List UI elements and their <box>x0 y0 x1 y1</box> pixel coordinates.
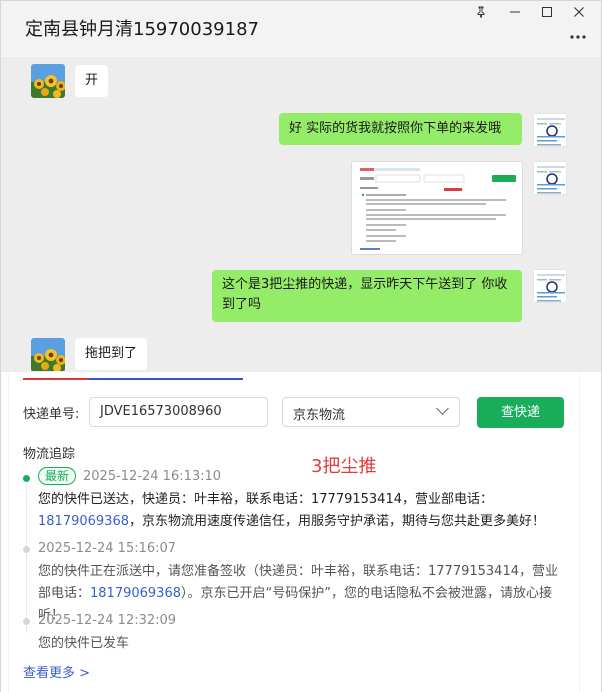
contact-avatar[interactable] <box>31 64 65 98</box>
carrier-select-value: 京东物流 <box>293 408 346 423</box>
tracking-number-label: 快递单号: <box>23 407 80 422</box>
message-list[interactable]: 开 好 实际的货我就按照你下单的来发哦 这个是3把尘推的快递，显示昨天下午送到了… <box>1 59 601 371</box>
event-timestamp: 2025-12-24 15:16:07 <box>38 541 177 556</box>
message-bubble-outgoing[interactable]: 好 实际的货我就按照你下单的来发哦 <box>279 113 522 145</box>
chat-title: 定南县钟月清15970039187 <box>25 19 259 40</box>
maximize-icon[interactable] <box>532 3 562 21</box>
event-description: 您的快件已送达，快递员：叶丰裕，联系电话：17779153414，营业部电话： 1… <box>38 489 558 533</box>
title-bar: 定南县钟月清15970039187 <box>1 1 601 59</box>
close-icon[interactable] <box>564 3 594 21</box>
latest-badge: 最新 <box>38 467 77 485</box>
view-more-link[interactable]: 查看更多 > <box>23 662 90 681</box>
annotation-text: 3把尘推 <box>311 456 377 477</box>
message-bubble-incoming[interactable]: 开 <box>75 65 109 97</box>
event-description: 您的快件已发车 <box>38 633 558 655</box>
tracking-screenshot: 快递单号: JDVE16573008960 京东物流 查快递 物流追踪 3把尘推… <box>1 372 601 692</box>
timeline-dot <box>23 546 30 553</box>
tracking-number-input[interactable]: JDVE16573008960 <box>89 397 268 427</box>
event-text: 您的快件已发车 <box>38 636 130 651</box>
my-avatar[interactable] <box>533 161 567 195</box>
query-button[interactable]: 查快递 <box>477 397 564 428</box>
contact-avatar[interactable] <box>31 338 65 371</box>
event-text: 您的快件已送达，快递员：叶丰裕，联系电话：17779153414，营业部电话： <box>38 492 493 507</box>
timeline-dot-latest <box>23 475 30 482</box>
message-bubble-outgoing[interactable]: 这个是3把尘推的快递，显示昨天下午送到了 你收到了吗 <box>212 270 522 322</box>
timeline-line <box>26 483 27 633</box>
divider <box>23 378 243 380</box>
my-avatar[interactable] <box>533 269 567 303</box>
carrier-select[interactable]: 京东物流 <box>282 397 460 427</box>
phone-link[interactable]: 18179069368 <box>90 586 181 601</box>
message-bubble-incoming[interactable]: 拖把到了 <box>75 338 148 370</box>
screenshot-image-message[interactable] <box>351 161 523 255</box>
more-icon[interactable] <box>567 25 589 43</box>
minimize-icon[interactable] <box>500 3 530 21</box>
pin-icon[interactable] <box>466 3 496 21</box>
chat-window: 定南县钟月清15970039187 开 好 实际的货我就按照你下单的来发哦 这个… <box>0 0 602 692</box>
phone-link[interactable]: 18179069368 <box>38 514 129 529</box>
timeline-dot <box>23 618 30 625</box>
chevron-down-icon <box>436 402 449 415</box>
event-text: ，京东物流用速度传递信任，用服务守护承诺，期待与您共赴更多美好！ <box>128 514 545 529</box>
my-avatar[interactable] <box>533 113 567 147</box>
event-timestamp: 2025-12-24 16:13:10 <box>83 469 222 484</box>
event-timestamp: 2025-12-24 12:32:09 <box>38 613 177 628</box>
section-title: 物流追踪 <box>23 447 76 462</box>
